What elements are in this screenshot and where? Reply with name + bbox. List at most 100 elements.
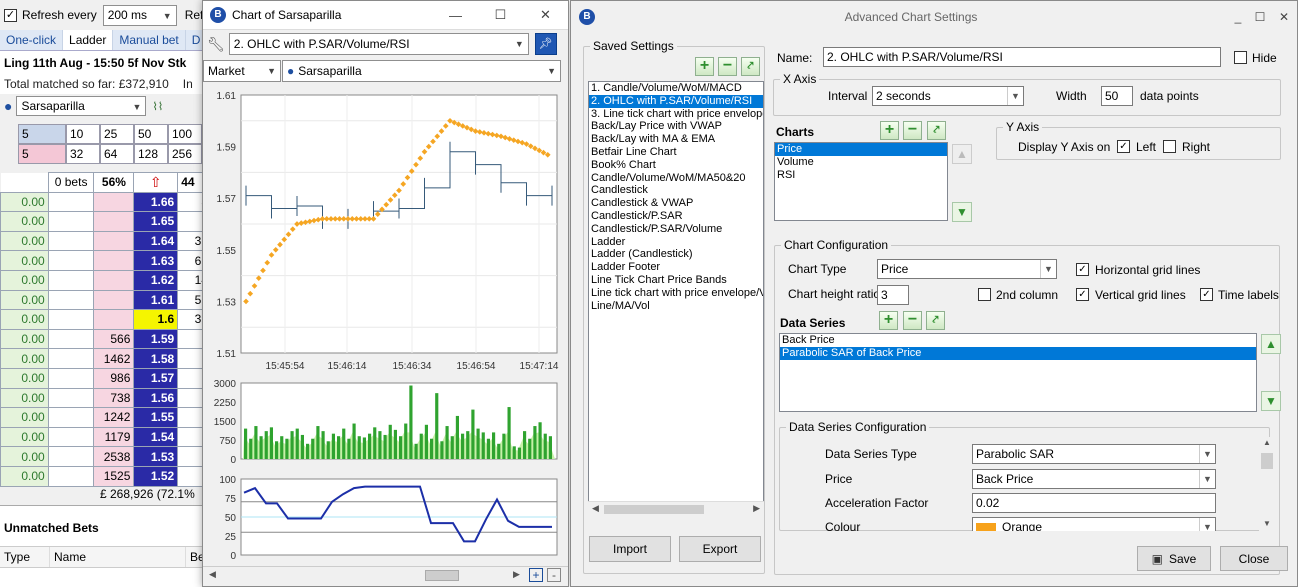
scroll-down-icon[interactable]: ▼ bbox=[1263, 519, 1271, 528]
saved-setting-item[interactable]: Candlestick & VWAP bbox=[589, 197, 763, 210]
ds-config-scrollbar[interactable]: ▲ ▼ bbox=[1259, 437, 1275, 531]
col-name[interactable]: Name bbox=[50, 547, 186, 567]
scroll-left-icon[interactable]: ◀ bbox=[209, 569, 216, 580]
wrench-icon[interactable]: 🔧︎ bbox=[207, 36, 225, 53]
saved-setting-item[interactable]: Line Tick Chart Price Bands bbox=[589, 274, 763, 287]
lay-order-cell[interactable] bbox=[47, 348, 95, 369]
lay-volume-cell[interactable]: 1242 bbox=[93, 407, 135, 428]
price-cell[interactable]: 1.53 bbox=[133, 446, 179, 467]
market-select[interactable]: Market ▼ bbox=[203, 60, 281, 82]
saved-setting-item[interactable]: Betfair Line Chart bbox=[589, 146, 763, 159]
saved-setting-item[interactable]: Back/Lay Price with VWAP bbox=[589, 120, 763, 133]
lay-volume-cell[interactable] bbox=[93, 250, 135, 271]
pin-icon[interactable]: 📌︎ bbox=[534, 33, 557, 55]
saved-settings-list[interactable]: 1. Candle/Volume/WoM/MACD 2. OHLC with P.… bbox=[588, 81, 764, 517]
horizontal-scrollbar[interactable]: ◀ ▶ + - bbox=[203, 566, 568, 584]
close-icon[interactable]: ✕ bbox=[523, 7, 568, 23]
charts-list[interactable]: Price Volume RSI bbox=[774, 142, 948, 221]
price-cell[interactable]: 1.58 bbox=[133, 348, 179, 369]
lay-order-cell[interactable] bbox=[47, 211, 95, 232]
stake-selected-lay[interactable]: 5 bbox=[18, 144, 66, 164]
stake-button[interactable]: 128 bbox=[134, 144, 168, 164]
move-up-icon[interactable]: ▲ bbox=[952, 144, 972, 164]
add-setting-button[interactable]: + bbox=[695, 57, 714, 76]
refresh-interval-select[interactable]: 200 ms ▼ bbox=[102, 4, 177, 26]
stake-button[interactable]: 10 bbox=[66, 124, 100, 144]
copy-series-button[interactable]: ⤤ bbox=[926, 311, 945, 330]
move-down-icon[interactable]: ▼ bbox=[1261, 391, 1281, 411]
lay-volume-cell[interactable]: 1179 bbox=[93, 426, 135, 448]
saved-list-hscroll[interactable]: ◀ ▶ bbox=[588, 501, 764, 517]
stake-button[interactable]: 50 bbox=[134, 124, 168, 144]
chart-type-select[interactable]: Price ▼ bbox=[877, 259, 1057, 279]
price-select[interactable]: Back Price ▼ bbox=[972, 469, 1216, 489]
tab-manual-bet[interactable]: Manual bet bbox=[113, 30, 186, 50]
stake-selected-back[interactable]: 5 bbox=[18, 124, 66, 144]
copy-setting-button[interactable]: ⤤ bbox=[741, 57, 760, 76]
scroll-thumb[interactable] bbox=[425, 570, 459, 581]
height-ratio-input[interactable]: 3 bbox=[877, 285, 909, 305]
save-button[interactable]: ▣ Save bbox=[1137, 546, 1211, 571]
saved-setting-item[interactable]: 3. Line tick chart with price envelope bbox=[589, 108, 763, 121]
tab-ladder[interactable]: Ladder bbox=[63, 30, 114, 50]
interval-select[interactable]: 2 seconds ▼ bbox=[872, 86, 1024, 106]
price-cell[interactable]: 1.52 bbox=[133, 465, 179, 487]
saved-setting-item[interactable]: Candlestick/P.SAR/Volume bbox=[589, 223, 763, 236]
saved-setting-item[interactable]: 2. OHLC with P.SAR/Volume/RSI bbox=[589, 94, 763, 108]
lay-volume-cell[interactable]: 566 bbox=[93, 328, 135, 350]
saved-setting-item[interactable]: Line tick chart with price envelope/V bbox=[589, 287, 763, 300]
move-up-icon[interactable]: ▲ bbox=[1261, 334, 1281, 354]
saved-setting-item[interactable]: Back/Lay with MA & EMA bbox=[589, 133, 763, 146]
chart-preset-select[interactable]: 2. OHLC with P.SAR/Volume/RSI ▼ bbox=[228, 33, 529, 55]
price-cell[interactable]: 1.65 bbox=[133, 211, 179, 232]
stake-button[interactable]: 64 bbox=[100, 144, 134, 164]
export-button[interactable]: Export bbox=[679, 536, 761, 562]
saved-setting-item[interactable]: Line/MA/Vol bbox=[589, 300, 763, 313]
ds-type-select[interactable]: Parabolic SAR ▼ bbox=[972, 444, 1216, 464]
lay-order-cell[interactable] bbox=[47, 289, 95, 311]
data-series-item[interactable]: Parabolic SAR of Back Price bbox=[780, 346, 1256, 360]
name-input[interactable]: 2. OHLC with P.SAR/Volume/RSI bbox=[823, 47, 1221, 67]
lay-order-cell[interactable] bbox=[47, 250, 95, 271]
h-grid-checkbox[interactable]: ✓ bbox=[1076, 263, 1089, 276]
saved-setting-item[interactable]: Book% Chart bbox=[589, 159, 763, 172]
price-cell[interactable]: 1.59 bbox=[133, 328, 179, 350]
price-cell[interactable]: 1.66 bbox=[133, 191, 179, 213]
refresh-checkbox[interactable]: ✓ bbox=[4, 8, 17, 22]
chart-area[interactable]: 1.61 1.59 1.57 1.55 1.53 1.51 15:45:54 15:46:14… bbox=[203, 85, 568, 567]
lay-order-cell[interactable] bbox=[47, 387, 95, 409]
lay-volume-cell[interactable]: 2538 bbox=[93, 446, 135, 467]
price-cell[interactable]: 1.64 bbox=[133, 230, 179, 252]
width-input[interactable]: 50 bbox=[1101, 86, 1133, 106]
close-button[interactable]: Close bbox=[1220, 546, 1288, 571]
close-icon[interactable]: ✕ bbox=[1271, 10, 1297, 24]
hide-checkbox[interactable] bbox=[1234, 51, 1247, 64]
price-cell[interactable]: 1.57 bbox=[133, 367, 179, 389]
price-cell[interactable]: 1.55 bbox=[133, 407, 179, 428]
lay-order-cell[interactable] bbox=[47, 426, 95, 448]
saved-setting-item[interactable]: Ladder (Candlestick) bbox=[589, 248, 763, 261]
lay-order-cell[interactable] bbox=[47, 191, 95, 213]
maximize-icon[interactable]: ☐ bbox=[1249, 10, 1271, 24]
minimize-icon[interactable]: — bbox=[433, 8, 478, 23]
scroll-thumb[interactable] bbox=[604, 505, 704, 514]
price-cell[interactable]: 1.6 bbox=[133, 309, 179, 330]
remove-chart-button[interactable]: − bbox=[903, 121, 922, 140]
lay-order-cell[interactable] bbox=[47, 309, 95, 330]
saved-setting-item[interactable]: Ladder Footer bbox=[589, 261, 763, 274]
lay-volume-cell[interactable]: 1525 bbox=[93, 465, 135, 487]
chart-runner-select[interactable]: ● Sarsaparilla ▼ bbox=[282, 60, 561, 82]
stake-button[interactable]: 100 bbox=[168, 124, 202, 144]
price-cell[interactable]: 1.63 bbox=[133, 250, 179, 271]
stake-button[interactable]: 32 bbox=[66, 144, 100, 164]
lay-order-cell[interactable] bbox=[47, 446, 95, 467]
zoom-in-icon[interactable]: + bbox=[529, 568, 543, 582]
lay-order-cell[interactable] bbox=[47, 465, 95, 487]
chart-list-item[interactable]: RSI bbox=[775, 169, 947, 182]
accel-input[interactable]: 0.02 bbox=[972, 493, 1216, 513]
saved-setting-item[interactable]: Candlestick/P.SAR bbox=[589, 210, 763, 223]
lay-volume-cell[interactable]: 738 bbox=[93, 387, 135, 409]
lay-order-cell[interactable] bbox=[47, 367, 95, 389]
lay-volume-cell[interactable]: 1462 bbox=[93, 348, 135, 369]
price-cell[interactable]: 1.61 bbox=[133, 289, 179, 311]
